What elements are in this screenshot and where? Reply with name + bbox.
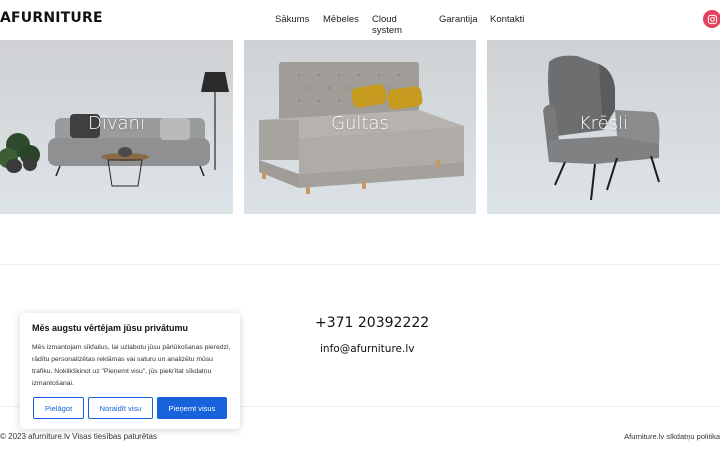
- category-label: Krēsli: [578, 113, 629, 134]
- category-tile-chairs[interactable]: Krēsli: [487, 40, 720, 214]
- main-nav: Sākums Mēbeles Cloud system Garantija Ko…: [275, 14, 544, 36]
- category-label: Gultas: [331, 113, 389, 134]
- reject-all-button[interactable]: Noraidīt visu: [88, 397, 153, 419]
- nav-item-furniture[interactable]: Mēbeles: [323, 14, 359, 36]
- customize-button[interactable]: Pielāgot: [33, 397, 84, 419]
- cookie-policy-link[interactable]: Afurniture.lv sīkdatņu politika: [624, 432, 720, 441]
- site-header: AFURNITURE Sākums Mēbeles Cloud system G…: [0, 0, 720, 40]
- accept-all-button[interactable]: Pieņemt visus: [157, 397, 227, 419]
- category-label: Dīvāni: [88, 113, 145, 134]
- copyright-text: © 2023 afurniture.lv Visas tiesības patu…: [0, 432, 157, 441]
- nav-item-home[interactable]: Sākums: [275, 14, 309, 36]
- contact-email[interactable]: info@afurniture.lv: [320, 343, 414, 355]
- category-tile-sofas[interactable]: Dīvāni: [0, 40, 233, 214]
- cookie-banner-title: Mēs augstu vērtējam jūsu privātumu: [32, 323, 189, 333]
- nav-item-cloud-system[interactable]: Cloud system: [372, 14, 419, 36]
- section-divider: [0, 264, 720, 265]
- cookie-banner-text: Mēs izmantojam sīkfailus, lai uzlabotu j…: [32, 344, 231, 387]
- nav-item-contacts[interactable]: Kontakti: [490, 14, 524, 36]
- cookie-banner-actions: Pielāgot Noraidīt visu Pieņemt visus: [33, 397, 231, 419]
- contact-phone[interactable]: +371 20392222: [315, 315, 429, 331]
- category-tile-beds[interactable]: Gultas: [244, 40, 476, 214]
- instagram-icon[interactable]: [703, 10, 720, 28]
- nav-item-warranty[interactable]: Garantija: [439, 14, 478, 36]
- cookie-consent-banner: Mēs augstu vērtējam jūsu privātumu Mēs i…: [20, 313, 240, 429]
- site-logo[interactable]: AFURNITURE: [0, 10, 103, 26]
